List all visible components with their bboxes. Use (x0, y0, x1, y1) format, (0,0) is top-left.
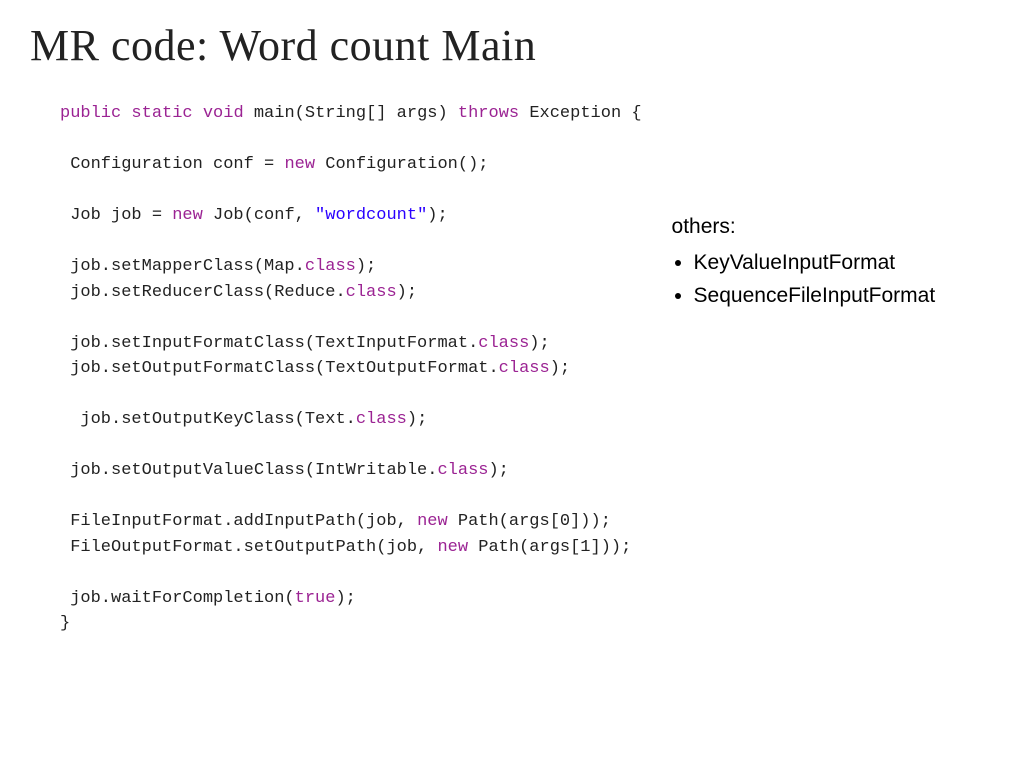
code-text: Configuration(); (315, 155, 488, 174)
code-text: Exception { (519, 104, 641, 123)
keyword-class: class (478, 334, 529, 353)
code-text: job.setMapperClass(Map. (60, 257, 305, 276)
code-text: job.setReducerClass(Reduce. (60, 283, 346, 302)
code-text: ); (397, 283, 417, 302)
keyword-class: class (346, 283, 397, 302)
keyword-new: new (417, 512, 448, 531)
code-text: job.setOutputKeyClass(Text. (60, 410, 356, 429)
code-text: job.setOutputValueClass(IntWritable. (60, 461, 437, 480)
code-text: Path(args[1])); (468, 538, 631, 557)
annotation-box: others: KeyValueInputFormat SequenceFile… (672, 211, 936, 314)
keyword-void: void (203, 104, 244, 123)
keyword-new: new (284, 155, 315, 174)
slide: MR code: Word count Main public static v… (0, 0, 1024, 657)
code-block: public static void main(String[] args) t… (30, 101, 642, 637)
code-text: ); (407, 410, 427, 429)
code-text: FileOutputFormat.setOutputPath(job, (60, 538, 437, 557)
annotation-list: KeyValueInputFormat SequenceFileInputFor… (672, 247, 936, 312)
keyword-true: true (295, 589, 336, 608)
code-text: job.setOutputFormatClass(TextOutputForma… (60, 359, 499, 378)
keyword-new: new (437, 538, 468, 557)
code-text: Job(conf, (203, 206, 315, 225)
keyword-static: static (131, 104, 192, 123)
annotation-heading: others: (672, 211, 936, 243)
code-text: ); (488, 461, 508, 480)
code-text: main(String[] args) (244, 104, 458, 123)
code-text: job.waitForCompletion( (60, 589, 295, 608)
keyword-new: new (172, 206, 203, 225)
code-text: ); (550, 359, 570, 378)
code-text: Configuration conf = (60, 155, 284, 174)
list-item: SequenceFileInputFormat (694, 280, 936, 312)
code-text: Job job = (60, 206, 172, 225)
code-text: job.setInputFormatClass(TextInputFormat. (60, 334, 478, 353)
keyword-class: class (305, 257, 356, 276)
keyword-throws: throws (458, 104, 519, 123)
code-text: ); (335, 589, 355, 608)
code-text: Path(args[0])); (448, 512, 611, 531)
code-close-brace: } (60, 614, 70, 633)
slide-content: public static void main(String[] args) t… (30, 101, 994, 637)
code-text: ); (356, 257, 376, 276)
code-text: FileInputFormat.addInputPath(job, (60, 512, 417, 531)
keyword-class: class (499, 359, 550, 378)
code-text: ); (529, 334, 549, 353)
code-text: ); (427, 206, 447, 225)
keyword-class: class (437, 461, 488, 480)
keyword-class: class (356, 410, 407, 429)
list-item: KeyValueInputFormat (694, 247, 936, 279)
slide-title: MR code: Word count Main (30, 20, 994, 71)
keyword-public: public (60, 104, 121, 123)
string-literal: "wordcount" (315, 206, 427, 225)
